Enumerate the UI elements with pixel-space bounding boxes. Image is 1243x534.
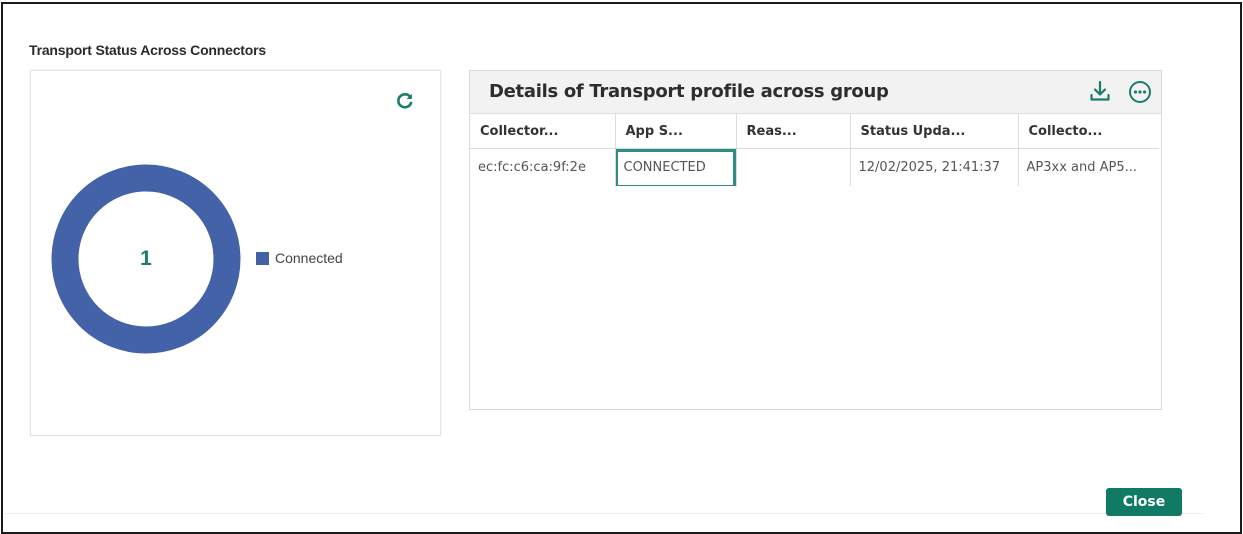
more-options-icon[interactable] <box>1128 80 1152 104</box>
details-panel: Details of Transport profile across grou… <box>469 70 1162 410</box>
close-button[interactable]: Close <box>1106 488 1182 516</box>
cell-reason <box>736 148 851 186</box>
app-status-value: CONNECTED <box>623 160 706 175</box>
details-table: Collector... App S... Reas... Status Upd… <box>470 114 1159 186</box>
details-header: Details of Transport profile across grou… <box>470 71 1161 114</box>
donut-center-value: 1 <box>140 247 152 270</box>
cell-collector-type: AP3xx and AP5... <box>1026 160 1138 175</box>
legend-label-connected[interactable]: Connected <box>275 250 343 266</box>
refresh-icon[interactable] <box>395 91 415 111</box>
table-row[interactable]: ec:fc:c6:ca:9f:2e CONNECTED 12/02/2025, … <box>470 148 1159 186</box>
modal-title: Transport Status Across Connectors <box>29 42 266 58</box>
column-header-status-updated[interactable]: Status Upda... <box>850 114 1019 149</box>
chart-legend: Connected <box>256 250 343 266</box>
details-title: Details of Transport profile across grou… <box>489 81 889 102</box>
cell-collector: ec:fc:c6:ca:9f:2e <box>470 148 616 186</box>
legend-swatch-connected <box>256 251 269 265</box>
column-header-collector-type[interactable]: Collecto... <box>1018 114 1159 149</box>
table-header-row: Collector... App S... Reas... Status Upd… <box>470 114 1159 149</box>
column-header-collector[interactable]: Collector... <box>470 114 616 149</box>
column-header-reason[interactable]: Reas... <box>736 114 851 149</box>
download-icon[interactable] <box>1088 79 1112 103</box>
footer-divider <box>4 513 1204 514</box>
cell-status-updated: 12/02/2025, 21:41:37 <box>850 148 1019 186</box>
cell-app-status: CONNECTED <box>615 148 737 186</box>
column-header-app-status[interactable]: App S... <box>615 114 737 149</box>
